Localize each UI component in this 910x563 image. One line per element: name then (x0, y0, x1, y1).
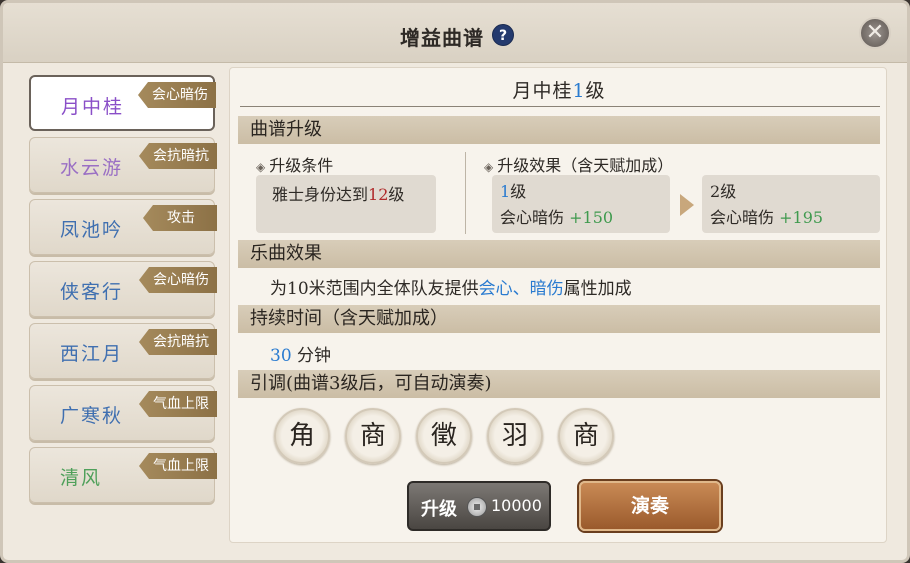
song-tag: 会心暗伤 (138, 82, 216, 108)
song-tag: 会心暗伤 (139, 267, 217, 293)
next-stat-name: 会心暗伤 (710, 208, 775, 227)
play-button[interactable]: 演奏 (579, 481, 721, 531)
music-effect-section-header: 乐曲效果 (238, 240, 880, 268)
effect-label-text: 升级效果（含天赋加成） (497, 156, 674, 175)
current-stat-value: +150 (569, 208, 614, 227)
diamond-icon: ◈ (256, 160, 266, 174)
vertical-divider (465, 152, 466, 234)
music-effect-pre: 为10米范围内全体队友提供 (270, 279, 479, 299)
song-name: 广寒秋 (60, 405, 124, 427)
condition-suffix: 级 (388, 185, 405, 204)
note-yu: 羽 (487, 408, 543, 464)
song-item-yuezhonggui[interactable]: 月中桂 会心暗伤 (29, 75, 216, 131)
effect-label: ◈ 升级效果（含天赋加成） (484, 152, 673, 176)
upgrade-label: 升级 (421, 499, 457, 520)
song-title-level-suffix: 级 (585, 80, 606, 102)
current-level: 1级 (500, 179, 670, 205)
prelude-section-header: 引调(曲谱3级后，可自动演奏) (238, 370, 880, 398)
song-item-fengchiyin[interactable]: 凤池吟 攻击 (29, 199, 217, 255)
music-effect-post: 属性加成 (563, 279, 632, 299)
music-effect-highlight: 会心、暗伤 (478, 279, 564, 299)
song-tag: 气血上限 (139, 391, 217, 417)
note-zhi: 徵 (416, 408, 472, 464)
song-item-qingfeng[interactable]: 清风 气血上限 (29, 447, 217, 503)
next-level-suffix: 级 (720, 182, 737, 201)
song-name: 清风 (60, 467, 103, 489)
song-name: 月中桂 (61, 96, 125, 118)
panel-title: 增益曲谱 (400, 26, 484, 50)
song-name: 凤池吟 (60, 219, 124, 241)
song-tag: 攻击 (143, 205, 217, 231)
music-score-panel: 增益曲谱 ? ✕ 月中桂 会心暗伤 水云游 会抗暗抗 凤池吟 攻击 侠客行 会心… (0, 0, 910, 563)
condition-box: 雅士身份达到12级 (256, 175, 436, 233)
song-tag: 气血上限 (139, 453, 217, 479)
note-shang-2: 商 (558, 408, 614, 464)
song-detail: 月中桂1级 曲谱升级 ◈ 升级条件 雅士身份达到12级 ◈ 升级效果（含天赋加成） … (229, 67, 887, 543)
upgrade-cost: 10000 (491, 496, 542, 515)
current-level-num: 1 (500, 182, 511, 201)
close-icon[interactable]: ✕ (859, 17, 891, 49)
current-level-suffix: 级 (510, 182, 527, 201)
current-stat: 会心暗伤 +150 (500, 205, 670, 231)
song-item-xiakexing[interactable]: 侠客行 会心暗伤 (29, 261, 217, 317)
song-name: 水云游 (60, 157, 124, 179)
song-name: 西江月 (60, 343, 124, 365)
next-stat: 会心暗伤 +195 (710, 205, 880, 231)
duration-unit: 分钟 (297, 346, 332, 366)
song-tag: 会抗暗抗 (139, 143, 217, 169)
condition-level: 12 (368, 185, 389, 204)
condition-label: ◈ 升级条件 (256, 152, 333, 176)
song-title-level: 1 (572, 80, 586, 102)
note-jue: 角 (274, 408, 330, 464)
next-effect-box: 2级 会心暗伤 +195 (702, 175, 880, 233)
current-effect-box: 1级 会心暗伤 +150 (492, 175, 670, 233)
song-list: 月中桂 会心暗伤 水云游 会抗暗抗 凤池吟 攻击 侠客行 会心暗伤 西江月 会抗… (29, 75, 217, 515)
song-item-guanghanqiu[interactable]: 广寒秋 气血上限 (29, 385, 217, 441)
next-level-num: 2 (710, 182, 721, 201)
song-tag: 会抗暗抗 (139, 329, 217, 355)
upgrade-section-header: 曲谱升级 (238, 116, 880, 144)
song-name: 侠客行 (60, 281, 124, 303)
current-stat-name: 会心暗伤 (500, 208, 565, 227)
divider (240, 106, 880, 107)
song-item-shuiyunyou[interactable]: 水云游 会抗暗抗 (29, 137, 217, 193)
coin-icon (467, 497, 487, 517)
song-title: 月中桂1级 (230, 76, 888, 103)
condition-text: 雅士身份达到 (272, 185, 369, 204)
duration-text: 30 分钟 (270, 341, 331, 366)
title-bar: 增益曲谱 ? ✕ (3, 3, 907, 63)
song-title-name: 月中桂 (512, 80, 573, 102)
diamond-icon: ◈ (484, 160, 494, 174)
condition-label-text: 升级条件 (269, 156, 334, 175)
music-effect-text: 为10米范围内全体队友提供会心、暗伤属性加成 (270, 274, 632, 299)
arrow-right-icon (680, 194, 694, 216)
duration-section-header: 持续时间（含天赋加成） (238, 305, 880, 333)
next-stat-value: +195 (779, 208, 824, 227)
song-item-xijiangyue[interactable]: 西江月 会抗暗抗 (29, 323, 217, 379)
note-shang: 商 (345, 408, 401, 464)
upgrade-button[interactable]: 升级 10000 (407, 481, 551, 531)
help-icon[interactable]: ? (492, 24, 514, 46)
next-level: 2级 (710, 179, 880, 205)
duration-value: 30 (270, 346, 292, 366)
